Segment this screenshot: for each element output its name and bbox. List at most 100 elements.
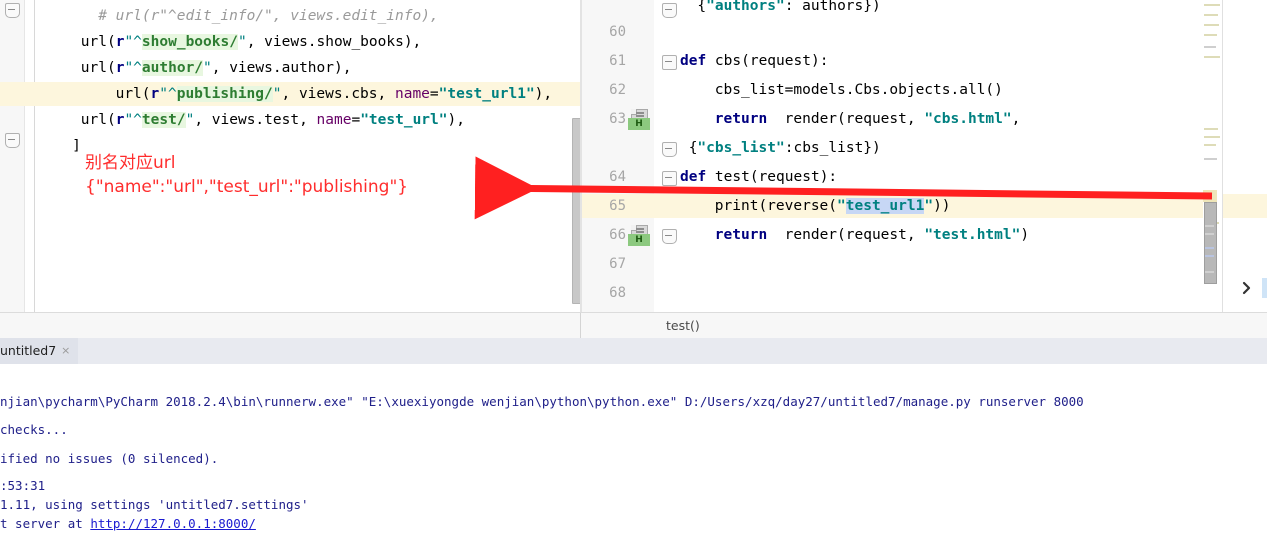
line-number: 66 xyxy=(609,227,626,243)
close-icon[interactable]: × xyxy=(61,345,72,356)
code-line[interactable]: return render(request, "test.html") xyxy=(656,222,1029,248)
code-token: " xyxy=(924,198,934,214)
html-run-icon[interactable]: H xyxy=(628,225,650,246)
editor-area: # url(r"^edit_info/", views.edit_info),u… xyxy=(0,0,1267,312)
pycharm-window: # url(r"^edit_info/", views.edit_info),u… xyxy=(0,0,1267,534)
code-token: , xyxy=(1011,111,1021,127)
code-token: ), xyxy=(534,86,553,102)
code-token: = xyxy=(429,86,439,102)
marker-strip-highlight xyxy=(1203,190,1217,202)
code-token: "authors" xyxy=(706,0,785,14)
code-line[interactable]: cbs_list=models.Cbs.objects.all() xyxy=(656,77,1003,103)
code-token: # url(r"^edit_info/", views.edit_info), xyxy=(98,8,439,24)
console-line: :53:31 xyxy=(0,478,46,493)
right-tool-strip[interactable] xyxy=(1262,278,1267,298)
code-token: cbs(request): xyxy=(706,53,829,69)
code-token: show_books/ xyxy=(141,34,238,50)
code-token: url( xyxy=(80,112,116,128)
code-token: : authors}) xyxy=(784,0,881,14)
console-line: ified no issues (0 silenced). xyxy=(0,451,219,466)
console-line: njian\pycharm\PyCharm 2018.2.4\bin\runne… xyxy=(0,394,1084,409)
code-token: "test_url1" xyxy=(438,86,535,102)
code-token: , views.test, xyxy=(194,112,317,128)
code-line[interactable]: def test(request): xyxy=(656,164,837,190)
annotation-line-2: {"name":"url","test_url":"publishing"} xyxy=(85,177,409,197)
code-token: publishing/ xyxy=(176,86,273,102)
code-line[interactable]: url(r"^publishing/", views.cbs, name="te… xyxy=(0,81,580,107)
code-line[interactable] xyxy=(656,19,680,45)
code-token: render(request, xyxy=(767,111,925,127)
server-url-link[interactable]: http://127.0.0.1:8000/ xyxy=(90,516,256,531)
line-number: 61 xyxy=(609,53,626,69)
code-line[interactable]: url(r"^author/", views.author), xyxy=(0,55,580,81)
code-line[interactable]: {"authors": authors}) xyxy=(656,0,881,19)
console-line-text: t server at xyxy=(0,516,91,531)
code-token: )) xyxy=(933,198,951,214)
code-token: author/ xyxy=(141,60,204,76)
code-token: , views.author), xyxy=(211,60,352,76)
code-token: "cbs.html" xyxy=(924,111,1012,127)
code-token: def xyxy=(680,53,707,69)
code-fold-icon[interactable] xyxy=(662,142,677,157)
code-line[interactable]: url(r"^show_books/", views.show_books), xyxy=(0,29,580,55)
code-token: " xyxy=(203,60,212,76)
code-line[interactable]: print(reverse("test_url1")) xyxy=(656,193,951,219)
run-console-panel: untitled7 × njian\pycharm\PyCharm 2018.2… xyxy=(0,338,1267,534)
breadcrumb-separator xyxy=(580,313,581,339)
breadcrumb[interactable]: test() xyxy=(666,313,700,339)
line-number: 64 xyxy=(609,169,626,185)
console-tab-bar: untitled7 × xyxy=(0,338,1267,365)
left-pane-scrollbar[interactable] xyxy=(572,118,580,304)
code-token: test/ xyxy=(141,112,186,128)
code-token: print(reverse( xyxy=(714,198,838,214)
line-number: 62 xyxy=(609,82,626,98)
code-token: = xyxy=(351,112,361,128)
line-number: 67 xyxy=(609,256,626,272)
console-output[interactable]: njian\pycharm\PyCharm 2018.2.4\bin\runne… xyxy=(0,364,1267,534)
code-line[interactable] xyxy=(656,280,680,306)
code-line[interactable]: {"cbs_list":cbs_list}) xyxy=(656,135,881,161)
code-token: cbs_list=models.Cbs.objects.all() xyxy=(714,82,1003,98)
code-token: ] xyxy=(72,138,81,154)
code-token: , views.show_books), xyxy=(246,34,422,50)
code-token: test(request): xyxy=(706,169,838,185)
console-line: 1.11, using settings 'untitled7.settings… xyxy=(0,497,309,512)
console-line: checks... xyxy=(0,422,68,437)
code-token: , views.cbs, xyxy=(281,86,395,102)
line-number: 65 xyxy=(609,198,626,214)
code-fold-icon[interactable] xyxy=(662,171,677,186)
code-line[interactable]: def cbs(request): xyxy=(656,48,828,74)
right-pane-scrollbar[interactable] xyxy=(1204,202,1217,284)
code-line[interactable]: return render(request, "cbs.html", xyxy=(656,106,1021,132)
code-token: render(request, xyxy=(767,227,925,243)
chevron-right-icon[interactable] xyxy=(1240,280,1254,296)
line-number: 68 xyxy=(609,285,626,301)
urls-editor-pane[interactable]: # url(r"^edit_info/", views.edit_info),u… xyxy=(0,0,580,312)
code-line[interactable]: # url(r"^edit_info/", views.edit_info), xyxy=(0,3,580,29)
line-number: 60 xyxy=(609,24,626,40)
marker-strip-divider xyxy=(1222,0,1223,312)
code-token: "^ xyxy=(124,112,142,128)
code-line[interactable] xyxy=(656,251,680,277)
code-token: name xyxy=(316,112,352,128)
code-token: return xyxy=(714,227,768,243)
code-token: "^ xyxy=(159,86,177,102)
code-token: " xyxy=(237,34,247,50)
console-tab-label: untitled7 xyxy=(0,343,57,358)
code-token: { xyxy=(697,0,707,14)
code-fold-icon[interactable] xyxy=(662,55,677,70)
code-fold-icon[interactable] xyxy=(662,229,677,244)
code-token: r xyxy=(150,86,160,102)
code-token: ), xyxy=(447,112,465,128)
console-tab-untitled7[interactable]: untitled7 × xyxy=(0,338,79,364)
code-token: test_url1 xyxy=(845,198,925,214)
breadcrumb-bar: test() xyxy=(0,312,1267,340)
console-line: t server at http://127.0.0.1:8000/ xyxy=(0,514,256,534)
html-run-icon[interactable]: H xyxy=(628,109,650,130)
code-token: return xyxy=(714,111,768,127)
code-token: :cbs_list}) xyxy=(784,140,881,156)
code-line[interactable]: url(r"^test/", views.test, name="test_ur… xyxy=(0,107,580,133)
views-editor-pane[interactable]: {"authors": authors}) 60 61 def cbs(request… xyxy=(582,0,1267,312)
annotation-line-1: 别名对应url xyxy=(85,153,176,173)
code-fold-icon[interactable] xyxy=(662,3,677,18)
